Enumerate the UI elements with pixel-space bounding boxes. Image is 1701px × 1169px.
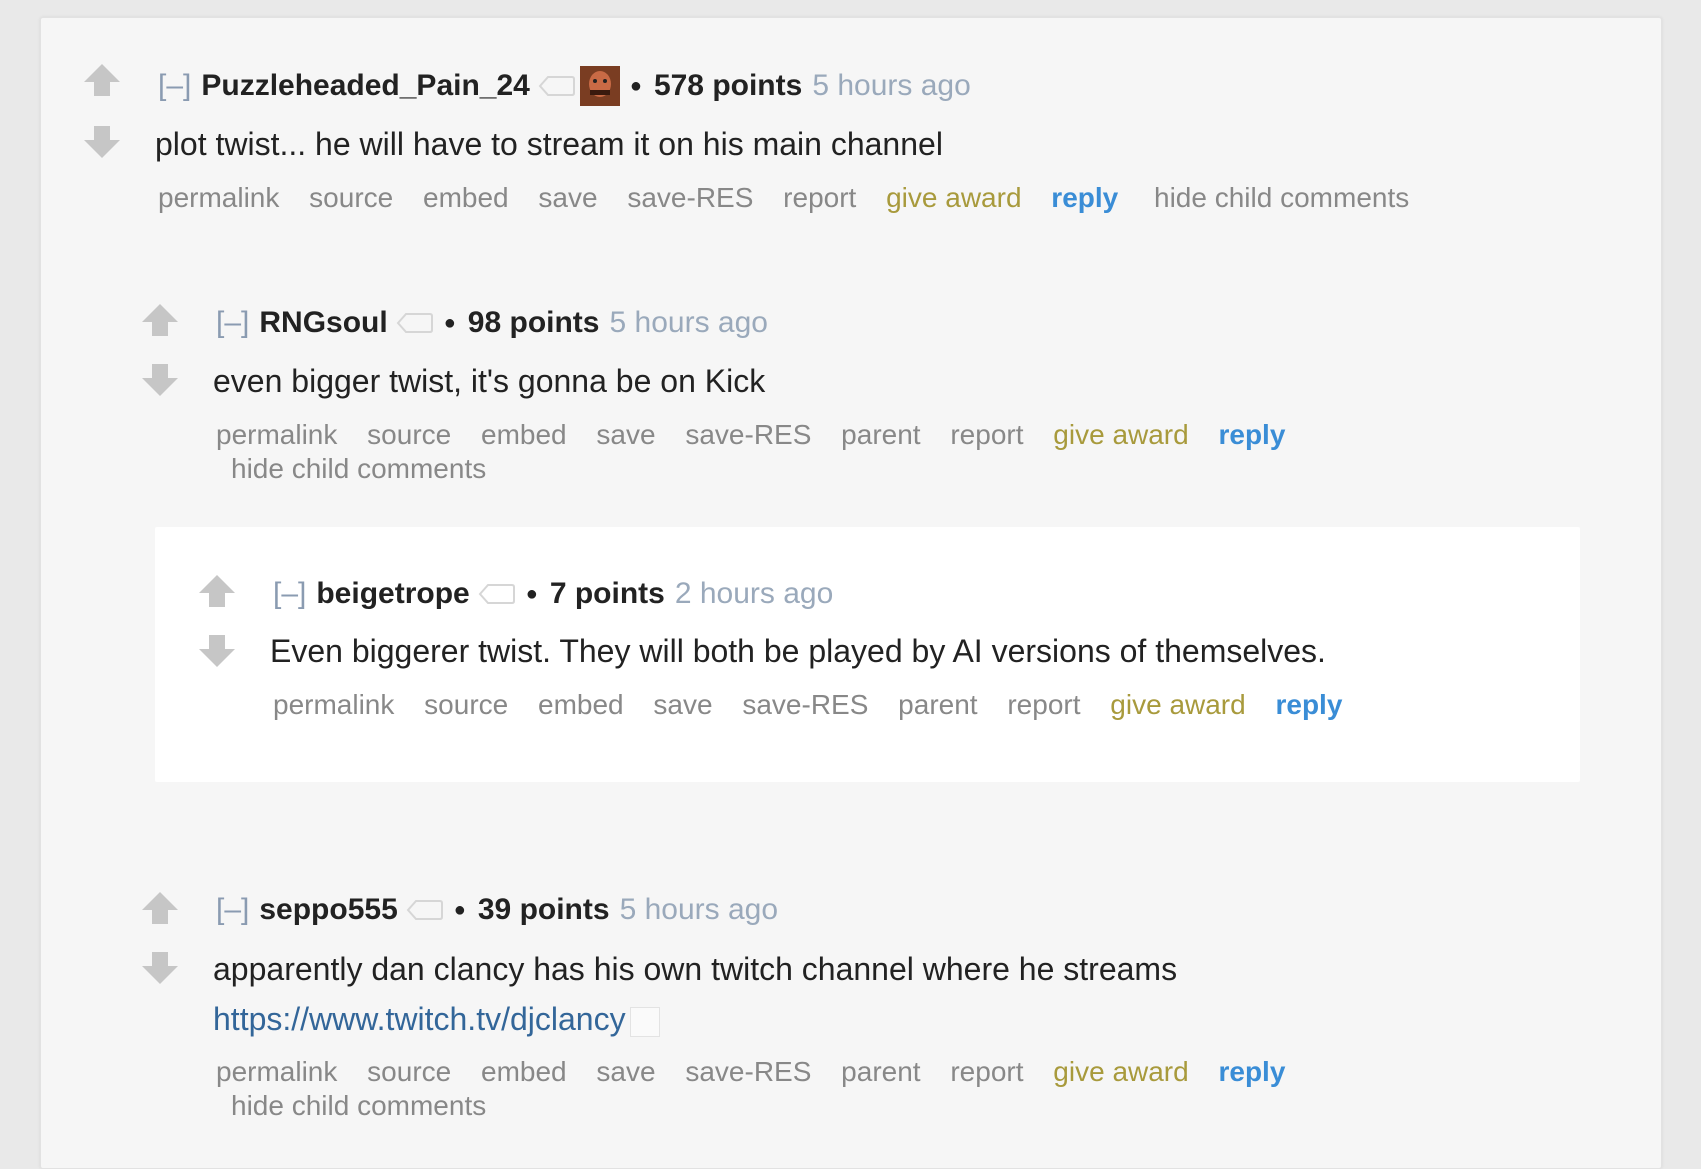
flair-tag-icon[interactable]	[478, 582, 516, 606]
permalink-link[interactable]: permalink	[216, 1055, 337, 1089]
collapse-toggle[interactable]: [–]	[158, 68, 191, 104]
upvote-arrow-icon[interactable]	[140, 890, 180, 926]
hide-child-comments-link[interactable]: hide child comments	[231, 1089, 486, 1123]
comment-link: https://www.twitch.tv/djclancy	[213, 999, 660, 1039]
collapse-toggle[interactable]: [–]	[273, 576, 306, 612]
save-res-link[interactable]: save-RES	[685, 1055, 811, 1089]
user-avatar	[579, 66, 620, 106]
twitch-link[interactable]: https://www.twitch.tv/djclancy	[213, 1001, 626, 1037]
save-link[interactable]: save	[596, 418, 655, 452]
source-link[interactable]: source	[367, 1055, 451, 1089]
score: 7 points	[549, 577, 665, 610]
source-link[interactable]: source	[424, 688, 508, 722]
separator-dot: ●	[443, 312, 456, 334]
timestamp: 5 hours ago	[619, 893, 779, 926]
reply-link[interactable]: reply	[1218, 1055, 1285, 1089]
upvote-arrow-icon[interactable]	[82, 62, 122, 98]
report-link[interactable]: report	[783, 181, 856, 215]
separator-dot: ●	[525, 583, 538, 605]
comment-tagline: [–] seppo555 ● 39 points 5 hours ago	[216, 892, 778, 928]
comment-body: plot twist... he will have to stream it …	[155, 126, 943, 162]
comment-body: even bigger twist, it's gonna be on Kick	[213, 363, 766, 399]
save-res-link[interactable]: save-RES	[627, 181, 753, 215]
parent-link[interactable]: parent	[898, 688, 977, 722]
permalink-link[interactable]: permalink	[273, 688, 394, 722]
save-link[interactable]: save	[653, 688, 712, 722]
timestamp: 5 hours ago	[609, 306, 768, 339]
save-link[interactable]: save	[596, 1055, 655, 1089]
give-award-link[interactable]: give award	[1110, 688, 1245, 722]
report-link[interactable]: report	[950, 418, 1023, 452]
give-award-link[interactable]: give award	[886, 181, 1021, 215]
embed-link[interactable]: embed	[423, 181, 509, 215]
save-res-link[interactable]: save-RES	[742, 688, 868, 722]
parent-link[interactable]: parent	[841, 1055, 920, 1089]
comment-tagline: [–] beigetrope ● 7 points 2 hours ago	[273, 576, 833, 612]
embed-link[interactable]: embed	[538, 688, 624, 722]
give-award-link[interactable]: give award	[1053, 1055, 1188, 1089]
action-bar: permalink source embed save save-RES rep…	[158, 181, 1431, 215]
timestamp: 2 hours ago	[674, 577, 834, 610]
report-link[interactable]: report	[1007, 688, 1080, 722]
parent-link[interactable]: parent	[841, 418, 920, 452]
give-award-link[interactable]: give award	[1053, 418, 1188, 452]
link-preview-box[interactable]	[629, 1006, 660, 1037]
comment-tagline: [–] Puzzleheaded_Pain_24 ● 578 points 5 …	[158, 66, 971, 106]
report-link[interactable]: report	[950, 1055, 1023, 1089]
author-link[interactable]: seppo555	[259, 892, 397, 928]
hide-child-comments-link[interactable]: hide child comments	[231, 452, 486, 486]
downvote-arrow-icon[interactable]	[82, 124, 122, 160]
downvote-arrow-icon[interactable]	[140, 950, 180, 986]
downvote-arrow-icon[interactable]	[197, 633, 237, 669]
save-res-link[interactable]: save-RES	[685, 418, 811, 452]
action-bar-wrap: hide child comments	[231, 1089, 508, 1123]
separator-dot: ●	[453, 899, 466, 921]
save-link[interactable]: save	[538, 181, 597, 215]
reply-link[interactable]: reply	[1051, 181, 1118, 215]
action-bar: permalink source embed save save-RES par…	[216, 418, 1313, 452]
flair-tag-icon[interactable]	[406, 898, 444, 922]
timestamp: 5 hours ago	[812, 69, 971, 102]
comment-body: apparently dan clancy has his own twitch…	[213, 951, 1178, 987]
flair-tag-icon[interactable]	[396, 311, 434, 335]
source-link[interactable]: source	[309, 181, 393, 215]
source-link[interactable]: source	[367, 418, 451, 452]
permalink-link[interactable]: permalink	[158, 181, 279, 215]
embed-link[interactable]: embed	[481, 418, 567, 452]
reply-link[interactable]: reply	[1275, 688, 1342, 722]
permalink-link[interactable]: permalink	[216, 418, 337, 452]
action-bar: permalink source embed save save-RES par…	[216, 1055, 1313, 1089]
hide-child-comments-link[interactable]: hide child comments	[1154, 181, 1409, 215]
collapse-toggle[interactable]: [–]	[216, 305, 249, 341]
action-bar-wrap: hide child comments	[231, 452, 508, 486]
embed-link[interactable]: embed	[481, 1055, 567, 1089]
author-link[interactable]: Puzzleheaded_Pain_24	[201, 68, 529, 104]
collapse-toggle[interactable]: [–]	[216, 892, 249, 928]
score: 39 points	[477, 893, 610, 926]
reply-link[interactable]: reply	[1218, 418, 1285, 452]
downvote-arrow-icon[interactable]	[140, 362, 180, 398]
score: 98 points	[467, 306, 600, 339]
author-link[interactable]: RNGsoul	[259, 305, 387, 341]
author-link[interactable]: beigetrope	[316, 576, 469, 612]
upvote-arrow-icon[interactable]	[197, 573, 237, 609]
separator-dot: ●	[629, 75, 642, 97]
flair-tag-icon[interactable]	[538, 74, 576, 98]
action-bar: permalink source embed save save-RES par…	[273, 688, 1370, 722]
comment-tagline: [–] RNGsoul ● 98 points 5 hours ago	[216, 305, 768, 341]
upvote-arrow-icon[interactable]	[140, 302, 180, 338]
comment-body: Even biggerer twist. They will both be p…	[270, 633, 1326, 669]
score: 578 points	[653, 69, 803, 102]
